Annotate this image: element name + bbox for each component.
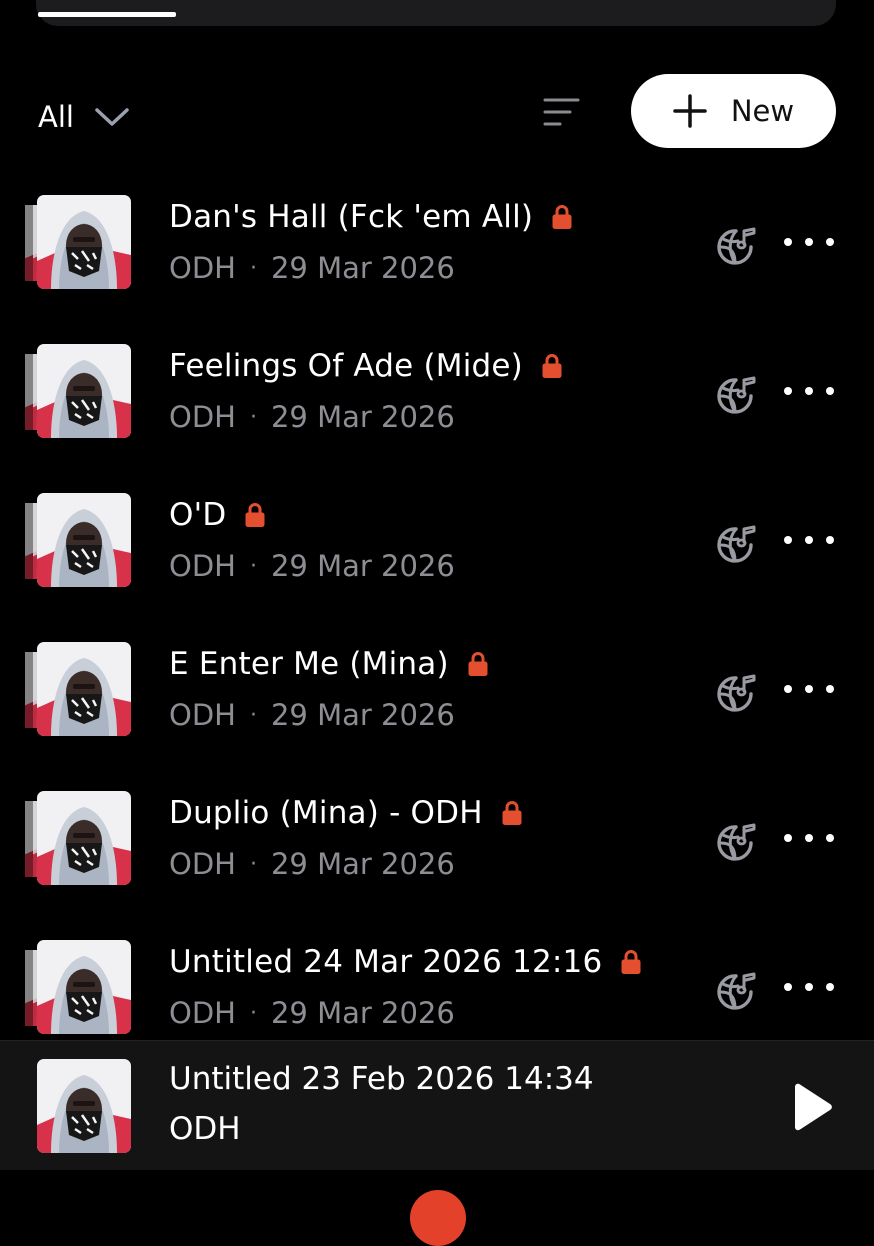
track-meta: ODH · 29 Mar 2026 <box>169 549 455 583</box>
dot-icon <box>805 685 813 693</box>
lock-icon <box>541 353 563 379</box>
cover-image <box>37 791 131 885</box>
separator: · <box>249 703 257 728</box>
dot-icon <box>784 387 792 395</box>
track-date: 29 Mar 2026 <box>270 400 455 434</box>
lock-icon <box>467 651 489 677</box>
track-meta: ODH · 29 Mar 2026 <box>169 996 455 1030</box>
sort-icon[interactable] <box>540 96 584 128</box>
lock-icon <box>501 800 523 826</box>
track-date: 29 Mar 2026 <box>270 996 455 1030</box>
globe-music-icon[interactable] <box>716 523 758 565</box>
list-item[interactable]: Feelings Of Ade (Mide) ODH · 29 Mar 2026 <box>0 344 874 494</box>
track-artist: ODH <box>169 996 236 1030</box>
track-artist: ODH <box>169 847 236 881</box>
track-date: 29 Mar 2026 <box>270 847 455 881</box>
separator: · <box>249 1001 257 1026</box>
cover-image <box>37 493 131 587</box>
cover-stack <box>18 642 132 736</box>
cover-stack <box>18 940 132 1034</box>
bottom-nav-bar <box>0 1170 874 1246</box>
dot-icon <box>784 983 792 991</box>
more-options-button[interactable] <box>784 225 834 259</box>
dot-icon <box>805 387 813 395</box>
player-artist: ODH <box>169 1111 241 1147</box>
track-date: 29 Mar 2026 <box>270 549 455 583</box>
more-options-button[interactable] <box>784 821 834 855</box>
list-item[interactable]: O'D ODH · 29 Mar 2026 <box>0 493 874 643</box>
top-tab-bar <box>36 0 836 26</box>
new-button[interactable]: New <box>631 74 836 148</box>
separator: · <box>249 256 257 281</box>
dot-icon <box>826 983 834 991</box>
dot-icon <box>805 834 813 842</box>
dot-icon <box>826 685 834 693</box>
dot-icon <box>784 238 792 246</box>
cover-image <box>37 344 131 438</box>
separator: · <box>249 554 257 579</box>
cover-stack <box>18 493 132 587</box>
more-options-button[interactable] <box>784 374 834 408</box>
chevron-down-icon <box>95 108 129 126</box>
track-meta: ODH · 29 Mar 2026 <box>169 251 455 285</box>
cover-stack <box>18 791 132 885</box>
dot-icon <box>784 834 792 842</box>
cover-stack <box>18 195 132 289</box>
list-item[interactable]: Dan's Hall (Fck 'em All) ODH · 29 Mar 2026 <box>0 195 874 345</box>
dot-icon <box>826 834 834 842</box>
track-meta: ODH · 29 Mar 2026 <box>169 698 455 732</box>
dot-icon <box>826 238 834 246</box>
globe-music-icon[interactable] <box>716 374 758 416</box>
more-options-button[interactable] <box>784 523 834 557</box>
track-date: 29 Mar 2026 <box>270 698 455 732</box>
track-date: 29 Mar 2026 <box>270 251 455 285</box>
more-options-button[interactable] <box>784 970 834 1004</box>
lock-icon <box>244 502 266 528</box>
track-artist: ODH <box>169 251 236 285</box>
track-title: Duplio (Mina) - ODH <box>169 795 483 831</box>
filter-label: All <box>38 100 74 134</box>
dot-icon <box>805 983 813 991</box>
player-cover-image <box>37 1059 131 1153</box>
cover-image <box>37 195 131 289</box>
track-meta: ODH · 29 Mar 2026 <box>169 400 455 434</box>
filter-dropdown[interactable]: All <box>38 96 130 138</box>
dot-icon <box>784 685 792 693</box>
list-item[interactable]: E Enter Me (Mina) ODH · 29 Mar 2026 <box>0 642 874 792</box>
plus-icon <box>673 94 707 128</box>
separator: · <box>249 852 257 877</box>
record-button[interactable] <box>410 1190 466 1246</box>
cover-image <box>37 940 131 1034</box>
new-button-label: New <box>730 94 795 128</box>
more-options-button[interactable] <box>784 672 834 706</box>
track-title: Untitled 24 Mar 2026 12:16 <box>169 944 603 980</box>
track-title: E Enter Me (Mina) <box>169 646 449 682</box>
active-tab-indicator <box>38 12 176 17</box>
dot-icon <box>805 238 813 246</box>
lock-icon <box>551 204 573 230</box>
track-artist: ODH <box>169 698 236 732</box>
cover-stack <box>18 344 132 438</box>
dot-icon <box>826 387 834 395</box>
dot-icon <box>805 536 813 544</box>
play-icon[interactable] <box>786 1081 836 1133</box>
cover-image <box>37 642 131 736</box>
globe-music-icon[interactable] <box>716 225 758 267</box>
dot-icon <box>784 536 792 544</box>
track-title: O'D <box>169 497 227 533</box>
mini-player[interactable]: Untitled 23 Feb 2026 14:34 ODH <box>0 1040 874 1171</box>
player-title: Untitled 23 Feb 2026 14:34 <box>169 1061 594 1097</box>
globe-music-icon[interactable] <box>716 672 758 714</box>
list-item[interactable]: Duplio (Mina) - ODH ODH · 29 Mar 2026 <box>0 791 874 941</box>
track-title: Dan's Hall (Fck 'em All) <box>169 199 534 235</box>
track-artist: ODH <box>169 549 236 583</box>
track-artist: ODH <box>169 400 236 434</box>
track-meta: ODH · 29 Mar 2026 <box>169 847 455 881</box>
globe-music-icon[interactable] <box>716 970 758 1012</box>
track-title: Feelings Of Ade (Mide) <box>169 348 523 384</box>
dot-icon <box>826 536 834 544</box>
globe-music-icon[interactable] <box>716 821 758 863</box>
separator: · <box>249 405 257 430</box>
lock-icon <box>620 949 642 975</box>
